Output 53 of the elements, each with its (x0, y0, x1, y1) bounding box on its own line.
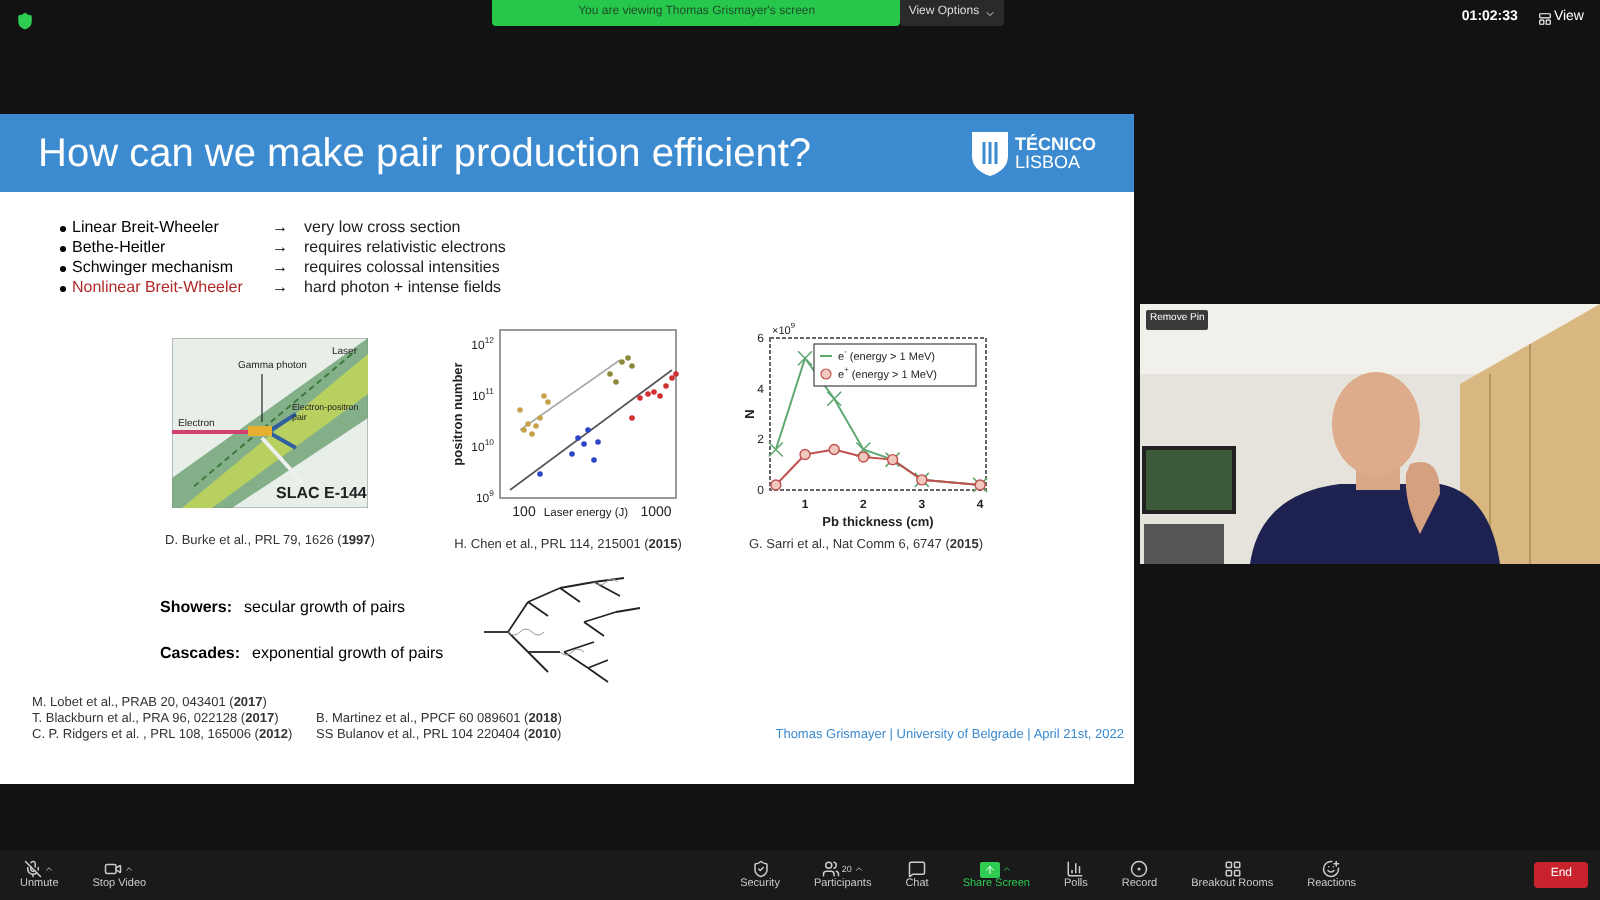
grid-icon (1223, 860, 1242, 878)
growth-term: Cascades: (160, 642, 241, 667)
data-point (591, 457, 597, 463)
bar-chart-icon (1066, 860, 1085, 878)
caret-icon (983, 7, 996, 19)
muted-microphone-icon (24, 860, 43, 878)
logo-text: LISBOA (1015, 153, 1083, 171)
data-point (770, 479, 782, 491)
data-point (768, 441, 784, 458)
bullet-term: Nonlinear Breit-Wheeler (72, 278, 245, 298)
record-icon (1130, 860, 1149, 878)
data-point (569, 451, 575, 457)
logo-text: TÉCNICO (1015, 135, 1096, 153)
caret-icon (853, 864, 864, 874)
data-point (797, 350, 813, 367)
slide-title: How can we make pair production efficient? (38, 129, 812, 179)
smiley-icon (1322, 860, 1341, 878)
bullet-note: hard photon + intense fields (304, 278, 502, 298)
speech-bubble-icon (908, 860, 927, 878)
arrow-symbol: → (272, 238, 290, 258)
bullet-term: Bethe-Heitler (72, 238, 168, 258)
data-point (826, 391, 842, 407)
data-point (629, 415, 635, 421)
data-point (855, 441, 872, 458)
security-shield-icon (16, 12, 34, 30)
bullet-note: requires colossal intensities (304, 258, 500, 278)
share-screen-icon (980, 861, 1001, 877)
shield-icon (751, 860, 770, 878)
bullet-note: requires relativistic electrons (304, 238, 506, 258)
bullet-note: very low cross section (304, 218, 461, 238)
data-point (537, 471, 543, 477)
caret-icon (124, 864, 135, 874)
growth-description: exponential growth of pairs (252, 642, 444, 667)
growth-description: secular growth of pairs (244, 596, 405, 621)
layout-icon (1537, 11, 1552, 26)
people-icon (821, 860, 840, 878)
data-point (585, 427, 591, 433)
arrow-symbol: → (272, 258, 290, 278)
growth-term: Showers: (160, 596, 233, 621)
arrow-symbol: → (272, 278, 290, 298)
data-point (828, 443, 840, 456)
bullet-term: Schwinger mechanism (72, 258, 235, 278)
arrow-symbol: → (272, 218, 290, 238)
experiment-label: SLAC E-144 (276, 484, 367, 502)
bullet-term: Linear Breit-Wheeler (72, 218, 221, 238)
caret-icon (1002, 864, 1013, 874)
data-point (799, 448, 811, 461)
leader-line (261, 373, 263, 423)
data-point (517, 407, 523, 413)
data-point (595, 439, 601, 445)
shield-logo-icon (971, 131, 1007, 175)
caret-icon (44, 864, 55, 874)
video-camera-icon (104, 860, 123, 878)
